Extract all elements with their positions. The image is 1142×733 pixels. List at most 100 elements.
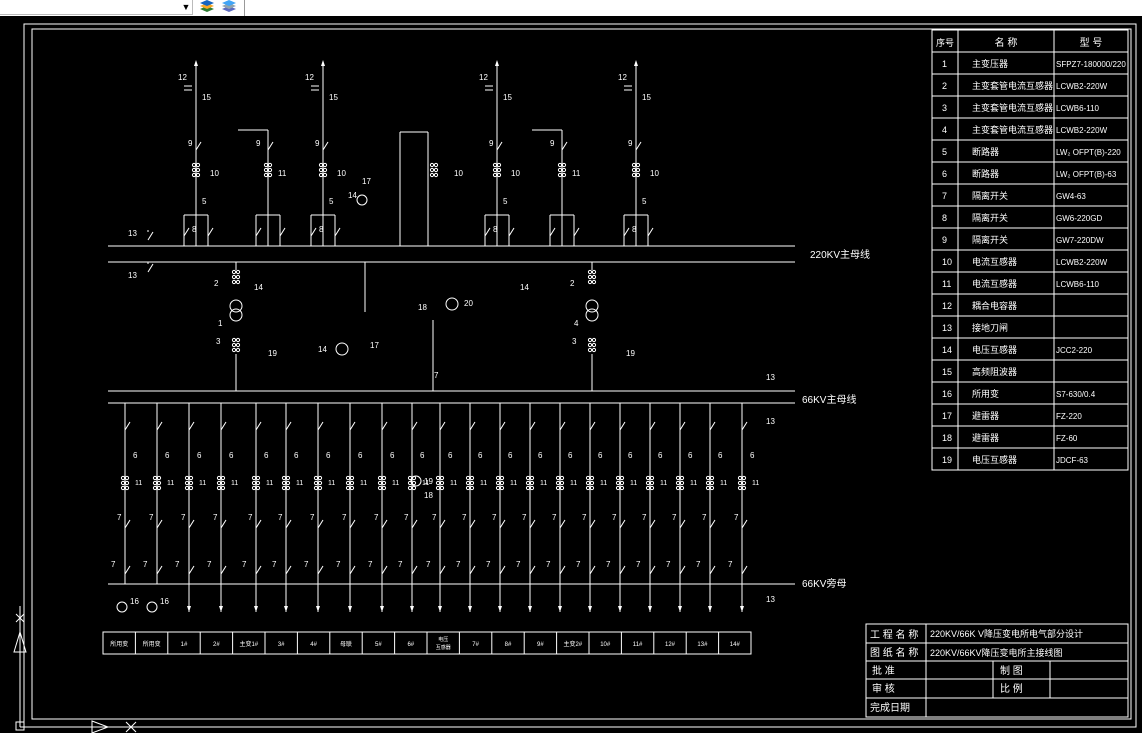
switch-blade xyxy=(649,519,656,529)
ct-coil xyxy=(285,475,291,481)
label-11: 11 xyxy=(480,480,487,487)
switch-7 xyxy=(124,564,131,575)
220kv-bays: 12 15 9 10 5 8 12 15 9 10 5 8 12 15 9 10 5 8 12 15 9 10 5 8 9 11 9… xyxy=(128,60,659,280)
switch-7 xyxy=(439,420,446,431)
ct-coil xyxy=(585,480,591,486)
table-cell-no: 19 xyxy=(942,455,952,465)
switch-7 xyxy=(679,518,686,529)
label-10: 10 xyxy=(210,169,219,178)
label-10: 10 xyxy=(511,169,520,178)
ct-10 xyxy=(191,162,201,178)
switch-blade xyxy=(499,421,506,431)
ct-coil xyxy=(587,347,593,353)
switch-blade xyxy=(679,519,686,529)
ct-11 xyxy=(263,162,273,178)
switch-blade xyxy=(589,519,596,529)
switch-7 xyxy=(411,518,418,529)
switch-blade xyxy=(741,565,748,575)
switch-8 xyxy=(279,226,286,237)
label-7: 7 xyxy=(696,560,701,569)
switch-blade xyxy=(255,227,262,237)
ct-coil xyxy=(737,480,743,486)
switch-8 xyxy=(334,226,341,237)
label-6: 6 xyxy=(264,451,269,460)
layer-states-icon[interactable] xyxy=(220,0,238,14)
ct-coil xyxy=(495,485,501,491)
ct-coil xyxy=(255,480,261,486)
ct-coil xyxy=(235,337,241,343)
label-12: 12 xyxy=(305,73,314,82)
label-7: 7 xyxy=(181,513,186,522)
switch-blade xyxy=(469,421,476,431)
switch-7 xyxy=(649,420,656,431)
table-cell-no: 16 xyxy=(942,389,952,399)
switch-blade xyxy=(559,565,566,575)
label-7: 7 xyxy=(310,513,315,522)
ct-coil xyxy=(557,167,563,173)
switch-blade xyxy=(255,519,262,529)
switch-blade xyxy=(411,565,418,575)
table-cell-no: 13 xyxy=(942,323,952,333)
chevron-down-icon[interactable]: ▼ xyxy=(181,2,191,12)
table-cell-name: 断路器 xyxy=(972,146,999,157)
switch-7 xyxy=(317,420,324,431)
label-5: 5 xyxy=(202,197,207,206)
layer-stack-icon[interactable] xyxy=(198,0,216,14)
label-9: 9 xyxy=(188,139,193,148)
ct-coil xyxy=(561,162,567,168)
switch-blade xyxy=(499,519,506,529)
switch-7 xyxy=(589,518,596,529)
ct-coil xyxy=(615,485,621,491)
ct-coil xyxy=(679,485,685,491)
ct-coil xyxy=(705,485,711,491)
switch-7 xyxy=(559,518,566,529)
cad-drawing-canvas[interactable]: 220KV主母线 66KV主母线 66KV旁母 1215910581215910… xyxy=(0,16,1142,733)
switch-8 xyxy=(623,226,630,237)
ct-coil xyxy=(235,342,241,348)
table-cell-name: 避雷器 xyxy=(972,432,999,443)
layer-combo[interactable]: ▼ xyxy=(0,0,193,15)
label-6: 6 xyxy=(628,451,633,460)
table-cell-name: 主变套管电流互感器 xyxy=(972,80,1053,91)
arrow-up-icon xyxy=(634,60,638,66)
switch-7 xyxy=(469,518,476,529)
switch-7 xyxy=(469,420,476,431)
label-7: 7 xyxy=(516,560,521,569)
feeder-label: 5# xyxy=(375,642,382,648)
ct-coil xyxy=(317,475,323,481)
ct-coil xyxy=(377,475,383,481)
ct-coil xyxy=(741,480,747,486)
feeder-label: 6# xyxy=(407,642,414,648)
ct-coil xyxy=(267,167,273,173)
switch-7 xyxy=(619,420,626,431)
arrow-down-icon xyxy=(588,606,592,612)
ct-coil xyxy=(251,485,257,491)
ct-coil xyxy=(709,480,715,486)
feeder-label: 4# xyxy=(310,642,317,648)
ct-2 xyxy=(587,269,597,285)
ct-coil xyxy=(345,475,351,481)
switch-7 xyxy=(411,564,418,575)
table-cell-model: LCWB2-220W xyxy=(1056,82,1108,91)
ct-coil xyxy=(589,485,595,491)
switch-7 xyxy=(679,420,686,431)
arrow-down-icon xyxy=(618,606,622,612)
switch-7 xyxy=(156,518,163,529)
label-7: 7 xyxy=(734,513,739,522)
switch-blade xyxy=(220,421,227,431)
ct-coil xyxy=(435,475,441,481)
ct-11 xyxy=(120,475,130,491)
switch-7 xyxy=(285,420,292,431)
ct-coil xyxy=(469,485,475,491)
ct-coil xyxy=(322,162,328,168)
switch-blade xyxy=(741,519,748,529)
ct-coil xyxy=(495,475,501,481)
label-7: 7 xyxy=(175,560,180,569)
label-18: 18 xyxy=(418,303,427,312)
ct-10 xyxy=(631,162,641,178)
ct-coil xyxy=(231,337,237,343)
table-cell-name: 电流互感器 xyxy=(972,256,1017,267)
switch-blade xyxy=(709,565,716,575)
earth-switch xyxy=(147,230,154,241)
label-18: 18 xyxy=(424,491,433,500)
